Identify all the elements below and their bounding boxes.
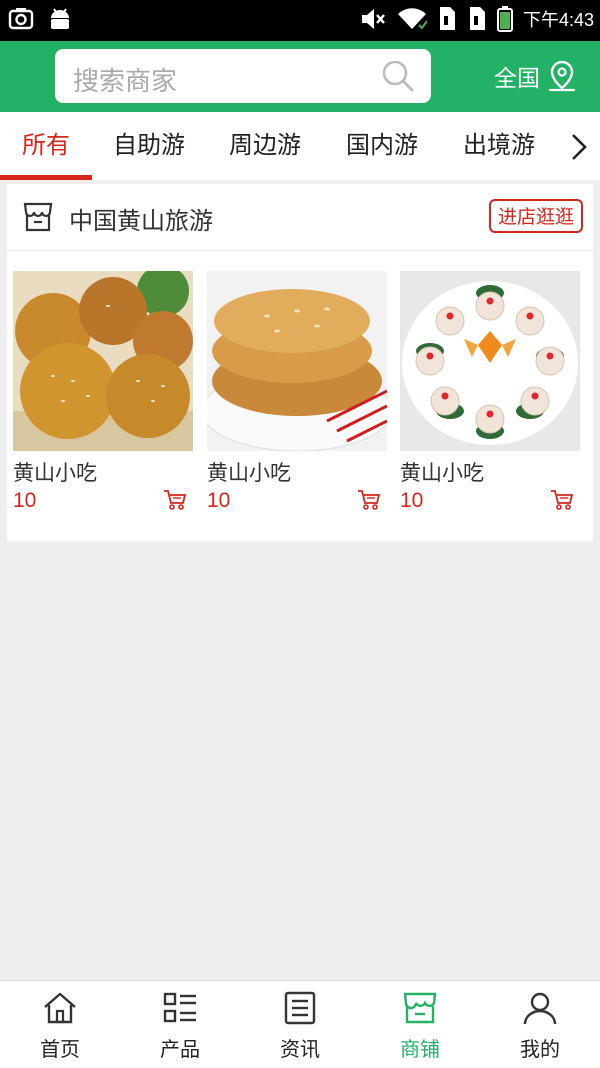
nav-label: 我的 [520,1037,560,1061]
home-icon [44,992,76,1024]
search-icon[interactable] [381,59,415,93]
nav-products[interactable]: 产品 [120,981,240,1068]
screenshot-icon [8,8,34,30]
nav-label: 资讯 [280,1037,320,1061]
tab-label: 所有 [22,131,70,159]
enter-shop-button[interactable]: 进店逛逛 [488,199,583,233]
battery-icon [496,6,513,32]
add-to-cart-icon[interactable] [550,489,574,511]
region-label: 全国 [494,66,540,92]
wifi-icon [397,8,427,30]
user-icon [523,992,557,1025]
tab-all[interactable]: 所有 [0,112,92,180]
chevron-right-icon[interactable] [568,132,590,162]
active-tab-underline [0,175,92,180]
product-name: 黄山小吃 [400,461,484,485]
status-bar: 下午4:43 [0,0,600,41]
product-image-fried-pancakes[interactable] [207,271,387,451]
top-header: 搜索商家 全国 [0,41,600,112]
add-to-cart-icon[interactable] [163,489,187,511]
product-item[interactable]: 黄山小吃 10 [207,271,387,513]
add-to-cart-icon[interactable] [357,489,381,511]
tab-outbound[interactable]: 出境游 [454,112,544,180]
sim-card-icon [439,7,455,30]
product-item[interactable]: 黄山小吃 10 [13,271,193,513]
product-image-sesame-buns[interactable] [13,271,193,451]
tab-label: 出境游 [463,131,535,159]
search-placeholder: 搜索商家 [73,67,178,97]
status-right-icons: 下午4:43 [359,6,594,32]
shop-name: 中国黄山旅游 [69,207,213,235]
nav-shops[interactable]: 商铺 [360,981,480,1068]
bottom-navigation: 首页 产品 资讯 商铺 我的 [0,980,600,1068]
product-name: 黄山小吃 [207,461,291,485]
sim-card-icon-2 [469,7,485,30]
news-icon [284,991,316,1025]
shop-header[interactable]: 中国黄山旅游 进店逛逛 [7,184,593,251]
tab-domestic[interactable]: 国内游 [337,112,427,180]
nav-label: 首页 [40,1037,80,1061]
search-input[interactable]: 搜索商家 [55,49,431,103]
store-icon [23,202,53,232]
region-selector[interactable]: 全国 [494,59,578,93]
tab-label: 周边游 [229,131,301,159]
status-left-icons [8,6,72,32]
product-list-icon [163,992,196,1023]
shop-card: 中国黄山旅游 进店逛逛 黄山小吃 10 黄山小吃 10 黄山小吃 10 [7,184,593,541]
shop-icon [403,992,437,1024]
location-pin-icon [548,60,576,92]
tab-nearby[interactable]: 周边游 [220,112,310,180]
category-tabs: 所有 自助游 周边游 国内游 出境游 [0,112,600,180]
product-name: 黄山小吃 [13,461,97,485]
nav-label: 商铺 [400,1037,440,1061]
clock: 下午4:43 [522,10,594,30]
product-item[interactable]: 黄山小吃 10 [400,271,580,513]
tab-self-guided[interactable]: 自助游 [104,112,194,180]
nav-home[interactable]: 首页 [0,981,120,1068]
tab-label: 自助游 [113,131,185,159]
nav-mine[interactable]: 我的 [480,981,600,1068]
product-image-dumpling-platter[interactable] [400,271,580,451]
android-icon [51,8,69,29]
nav-news[interactable]: 资讯 [240,981,360,1068]
nav-label: 产品 [160,1037,200,1061]
mute-icon [361,9,385,29]
tab-label: 国内游 [346,131,418,159]
